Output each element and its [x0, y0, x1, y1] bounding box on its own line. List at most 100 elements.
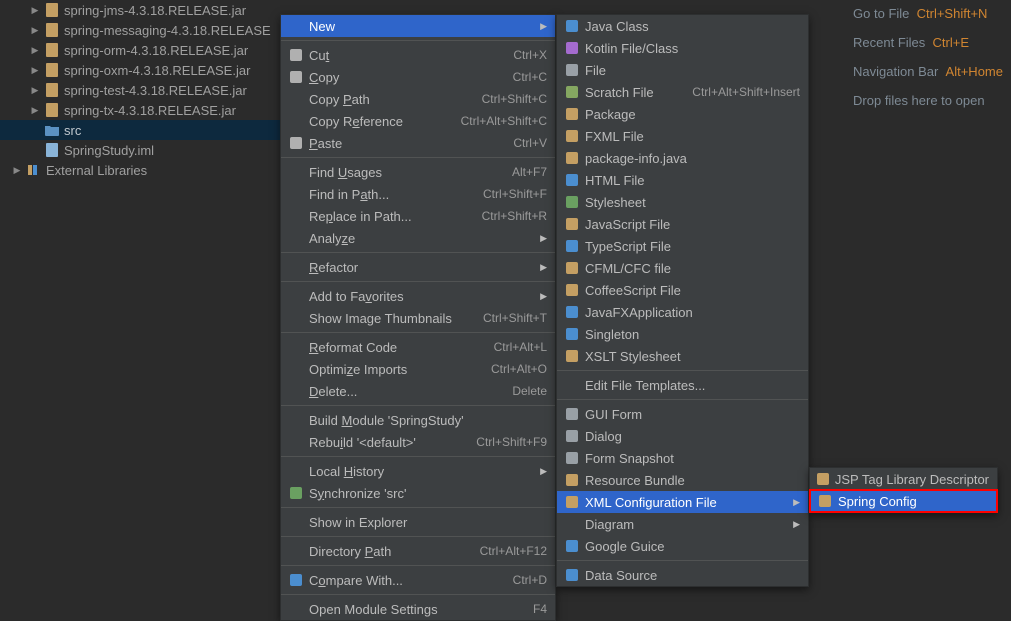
coffee-icon — [563, 282, 581, 298]
ctx-new-item[interactable]: GUI Form — [557, 403, 808, 425]
tree-item-iml[interactable]: SpringStudy.iml — [0, 140, 280, 160]
expand-arrow-icon[interactable]: ▶ — [30, 25, 40, 36]
separator — [281, 565, 555, 566]
ctx-new-item[interactable]: HTML File — [557, 169, 808, 191]
ctx-new-item[interactable]: JavaScript File — [557, 213, 808, 235]
menu-item-label: Refactor — [309, 260, 537, 275]
ctx-new-item[interactable]: Data Source — [557, 564, 808, 586]
ctx-new-item[interactable]: File — [557, 59, 808, 81]
ctx-main-item[interactable]: Local History▶ — [281, 460, 555, 482]
ctx-new-item[interactable]: Google Guice — [557, 535, 808, 557]
ctx-new-item[interactable]: Edit File Templates... — [557, 374, 808, 396]
snapshot-icon — [563, 450, 581, 466]
shortcut-label: Ctrl+Shift+T — [483, 311, 547, 325]
tree-item-jar[interactable]: ▶ spring-tx-4.3.18.RELEASE.jar — [0, 100, 280, 120]
expand-arrow-icon[interactable]: ▶ — [12, 165, 22, 176]
iml-icon — [44, 142, 60, 158]
jar-icon — [44, 42, 60, 58]
ctx-main-item[interactable]: Copy PathCtrl+Shift+C — [281, 88, 555, 110]
singleton-icon — [563, 326, 581, 342]
tree-item-jar[interactable]: ▶spring-orm-4.3.18.RELEASE.jar — [0, 40, 280, 60]
java-icon — [563, 18, 581, 34]
expand-arrow-icon[interactable]: ▶ — [30, 5, 40, 16]
tree-item-folder[interactable]: src — [0, 120, 280, 140]
js-icon — [563, 216, 581, 232]
ctx-new-item[interactable]: CoffeeScript File — [557, 279, 808, 301]
ctx-main-item[interactable]: Synchronize 'src' — [281, 482, 555, 504]
jar-icon — [44, 2, 60, 18]
ctx-main-item[interactable]: Rebuild '<default>'Ctrl+Shift+F9 — [281, 431, 555, 453]
expand-arrow-icon[interactable]: ▶ — [30, 45, 40, 56]
ctx-main-item[interactable]: Find UsagesAlt+F7 — [281, 161, 555, 183]
context-menu-xml-config[interactable]: JSP Tag Library DescriptorSpring Config — [809, 467, 998, 513]
ctx-new-item[interactable]: Stylesheet — [557, 191, 808, 213]
ctx-main-item[interactable]: Find in Path...Ctrl+Shift+F — [281, 183, 555, 205]
ctx-new-item[interactable]: XSLT Stylesheet — [557, 345, 808, 367]
context-menu-new[interactable]: Java ClassKotlin File/ClassFileScratch F… — [556, 14, 809, 587]
ctx-main-item[interactable]: Open Module SettingsF4 — [281, 598, 555, 620]
ctx-new-item[interactable]: Form Snapshot — [557, 447, 808, 469]
tree-item-jar[interactable]: ▶spring-jms-4.3.18.RELEASE.jar — [0, 0, 280, 20]
ctx-main-item[interactable]: New▶ — [281, 15, 555, 37]
css-icon — [563, 194, 581, 210]
ctx-new-item[interactable]: Scratch FileCtrl+Alt+Shift+Insert — [557, 81, 808, 103]
ctx-main-item[interactable]: Add to Favorites▶ — [281, 285, 555, 307]
tree-item-jar[interactable]: ▶spring-test-4.3.18.RELEASE.jar — [0, 80, 280, 100]
ctx-main-item[interactable]: PasteCtrl+V — [281, 132, 555, 154]
ctx-new-item[interactable]: package-info.java — [557, 147, 808, 169]
ctx-main-item[interactable]: CutCtrl+X — [281, 44, 555, 66]
ctx-main-item[interactable]: CopyCtrl+C — [281, 66, 555, 88]
context-menu-main[interactable]: New▶ CutCtrl+XCopyCtrl+CCopy PathCtrl+Shi… — [280, 14, 556, 621]
expand-arrow-icon[interactable]: ▶ — [30, 85, 40, 96]
ctx-new-item[interactable]: Package — [557, 103, 808, 125]
ctx-new-item[interactable]: CFML/CFC file — [557, 257, 808, 279]
hint-key: Ctrl+Shift+N — [917, 6, 988, 21]
ctx-new-item[interactable]: JavaFXApplication — [557, 301, 808, 323]
ctx-main-item[interactable]: Compare With...Ctrl+D — [281, 569, 555, 591]
expand-arrow-icon[interactable]: ▶ — [30, 105, 40, 116]
ctx-main-item[interactable]: Directory PathCtrl+Alt+F12 — [281, 540, 555, 562]
package-icon — [563, 106, 581, 122]
tree-item-jar[interactable]: ▶spring-messaging-4.3.18.RELEASE — [0, 20, 280, 40]
ctx-main-item[interactable]: Replace in Path...Ctrl+Shift+R — [281, 205, 555, 227]
ctx-main-item[interactable]: Refactor▶ — [281, 256, 555, 278]
ctx-main-item[interactable]: Optimize ImportsCtrl+Alt+O — [281, 358, 555, 380]
project-tree[interactable]: ▶spring-jms-4.3.18.RELEASE.jar▶spring-me… — [0, 0, 280, 572]
expand-arrow-icon[interactable]: ▶ — [30, 65, 40, 76]
menu-item-label: Java Class — [585, 19, 800, 34]
ctx-new-item[interactable]: Singleton — [557, 323, 808, 345]
ctx-new-item[interactable]: Java Class — [557, 15, 808, 37]
spring-icon — [816, 493, 834, 509]
ctx-new-item[interactable]: TypeScript File — [557, 235, 808, 257]
ctx-new-item[interactable]: Diagram▶ — [557, 513, 808, 535]
menu-item-label: Build Module 'SpringStudy' — [309, 413, 547, 428]
ctx-main-item[interactable]: Copy ReferenceCtrl+Alt+Shift+C — [281, 110, 555, 132]
ctx-new-item[interactable]: XML Configuration File▶ — [557, 491, 808, 513]
ctx-main-item[interactable]: Show Image ThumbnailsCtrl+Shift+T — [281, 307, 555, 329]
tree-item-lib[interactable]: ▶External Libraries — [0, 160, 280, 180]
ctx-xml-item[interactable]: Spring Config — [810, 490, 997, 512]
menu-item-label: Scratch File — [585, 85, 692, 100]
blank-icon — [563, 377, 581, 393]
blank-icon — [287, 412, 305, 428]
shortcut-label: Ctrl+Shift+F9 — [476, 435, 547, 449]
menu-item-label: Replace in Path... — [309, 209, 482, 224]
ctx-main-item[interactable]: Reformat CodeCtrl+Alt+L — [281, 336, 555, 358]
ctx-main-item[interactable]: Analyze▶ — [281, 227, 555, 249]
separator — [281, 281, 555, 282]
jsp-icon — [816, 471, 831, 487]
ctx-new-item[interactable]: Kotlin File/Class — [557, 37, 808, 59]
tree-item-jar[interactable]: ▶spring-oxm-4.3.18.RELEASE.jar — [0, 60, 280, 80]
ctx-new-item[interactable]: Dialog — [557, 425, 808, 447]
ctx-xml-item[interactable]: JSP Tag Library Descriptor — [810, 468, 997, 490]
ctx-main-item[interactable]: Build Module 'SpringStudy' — [281, 409, 555, 431]
menu-item-label: New — [309, 19, 537, 34]
ctx-new-item[interactable]: FXML File — [557, 125, 808, 147]
separator — [281, 332, 555, 333]
menu-item-label: Compare With... — [309, 573, 513, 588]
menu-item-label: Reformat Code — [309, 340, 494, 355]
ctx-main-item[interactable]: Delete...Delete — [281, 380, 555, 402]
ctx-main-item[interactable]: Show in Explorer — [281, 511, 555, 533]
ctx-new-item[interactable]: Resource Bundle — [557, 469, 808, 491]
tree-item-label: spring-tx-4.3.18.RELEASE.jar — [64, 103, 236, 118]
